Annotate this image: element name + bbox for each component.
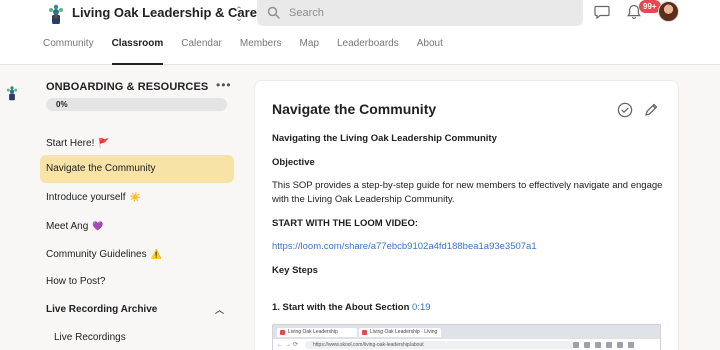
edit-pencil-icon[interactable] <box>643 102 659 118</box>
main-nav-tabs: Community Classroom Calendar Members Map… <box>43 38 461 65</box>
tab-community[interactable]: Community <box>43 38 94 65</box>
lesson-label: Start Here! <box>46 138 95 149</box>
course-title: ONBOARDING & RESOURCES <box>46 81 209 93</box>
lesson-meet-ang[interactable]: Meet Ang 💜 <box>40 212 234 240</box>
objective-heading: Objective <box>272 157 315 168</box>
objective-text: This SOP provides a step-by-step guide f… <box>272 180 663 205</box>
step-1-heading: 1. Start with the About Section 0:19 <box>272 301 431 315</box>
lesson-introduce-yourself[interactable]: Introduce yourself ☀️ <box>40 183 234 211</box>
purple-heart-icon: 💜 <box>92 221 104 231</box>
lesson-navigate-the-community[interactable]: Navigate the Community <box>40 155 234 183</box>
chat-icon[interactable] <box>594 5 610 19</box>
lesson-live-recordings[interactable]: Live Recordings <box>54 324 126 350</box>
group-switcher-chevron-icon[interactable]: ⌃ ⌄ <box>233 6 245 23</box>
screenshot-url: https://www.skool.com/living-oak-leaders… <box>305 341 575 349</box>
user-avatar[interactable] <box>658 1 679 22</box>
warning-icon: ⚠️ <box>150 249 162 259</box>
lesson-subtitle: Navigating the Living Oak Leadership Com… <box>272 133 497 144</box>
top-bar: Living Oak Leadership & Career ⌃⌄ 99+ Co… <box>0 0 720 65</box>
screenshot-extension-icons <box>573 342 634 348</box>
course-progress-bar: 0% <box>46 98 227 111</box>
tab-leaderboards[interactable]: Leaderboards <box>337 38 399 65</box>
lesson-community-guidelines[interactable]: Community Guidelines ⚠️ <box>40 240 234 268</box>
tab-map[interactable]: Map <box>300 38 319 65</box>
tab-calendar[interactable]: Calendar <box>181 38 222 65</box>
more-options-icon[interactable]: ••• <box>216 78 232 92</box>
lesson-content-card: Navigate the Community Navigating the Li… <box>254 80 679 350</box>
lesson-label: Community Guidelines <box>46 249 147 260</box>
lesson-label: How to Post? <box>46 276 106 287</box>
screenshot-tab-2: Living Oak Leadership · Living O <box>359 328 441 344</box>
search-icon <box>267 6 280 19</box>
screenshot-address-bar: ←→⟳ https://www.skool.com/living-oak-lea… <box>273 338 660 350</box>
loom-heading: START WITH THE LOOM VIDEO: <box>272 218 419 229</box>
section-title: Live Recording Archive <box>46 304 158 315</box>
lesson-how-to-post[interactable]: How to Post? <box>40 268 234 296</box>
lesson-label: Meet Ang <box>46 221 89 232</box>
loom-video-link[interactable]: https://loom.com/share/a77ebcb9102a4fd18… <box>272 240 537 254</box>
lesson-label: Navigate the Community <box>46 163 156 174</box>
key-steps-heading: Key Steps <box>272 265 318 276</box>
browser-screenshot-image: Living Oak Leadership Living Oak Leaders… <box>272 324 661 350</box>
section-live-recording-archive[interactable]: Live Recording Archive ︿ <box>40 296 234 324</box>
tab-about[interactable]: About <box>417 38 443 65</box>
course-progress-label: 0% <box>56 100 68 109</box>
search-input[interactable] <box>289 4 569 22</box>
screenshot-nav-arrows-icon: ←→⟳ <box>277 342 301 348</box>
step-1-timestamp-link[interactable]: 0:19 <box>412 302 431 313</box>
mark-complete-check-icon[interactable] <box>617 102 633 118</box>
lesson-label: Introduce yourself <box>46 192 126 203</box>
step-1-label: 1. Start with the About Section <box>272 302 410 313</box>
screenshot-tab-1: Living Oak Leadership <box>277 328 357 337</box>
living-oak-logo-icon[interactable] <box>45 1 67 27</box>
tab-members[interactable]: Members <box>240 38 282 65</box>
sun-icon: ☀️ <box>129 192 141 202</box>
course-logo-icon <box>6 86 18 101</box>
page-title: Navigate the Community <box>272 101 437 117</box>
tab-classroom[interactable]: Classroom <box>111 38 163 65</box>
search-bar[interactable] <box>257 0 583 26</box>
red-flag-icon: 🚩 <box>98 138 110 148</box>
chevron-up-icon[interactable]: ︿ <box>215 296 224 324</box>
lesson-start-here[interactable]: Start Here! 🚩 <box>40 129 234 157</box>
